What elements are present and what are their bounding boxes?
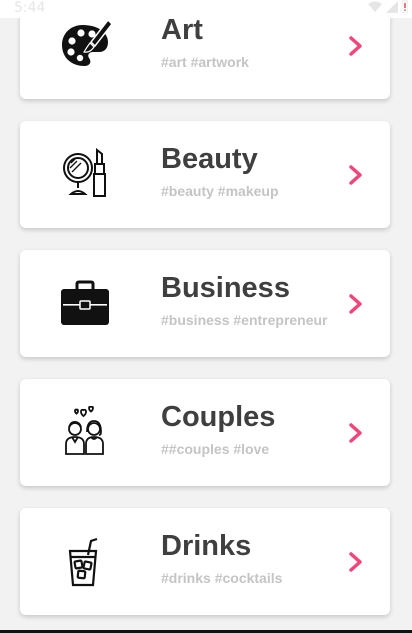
chevron-right-icon [348, 293, 364, 315]
category-card-drinks[interactable]: Drinks #drinks #cocktails [20, 508, 390, 615]
category-tags: #art #artwork [161, 54, 249, 70]
signal-icon [386, 0, 398, 18]
briefcase-icon [59, 277, 111, 329]
category-title: Drinks [161, 530, 252, 562]
status-time: 5:44 [14, 0, 46, 16]
chevron-right-icon [348, 35, 364, 57]
couple-icon [59, 405, 111, 458]
category-title: Beauty [161, 143, 258, 175]
battery-alert-icon [401, 0, 409, 18]
cocktail-icon [59, 535, 111, 587]
status-icons [368, 0, 409, 18]
mirror-lipstick-icon [59, 147, 111, 200]
status-bar: 5:44 [0, 0, 412, 18]
palette-icon [59, 18, 113, 71]
category-title: Couples [161, 401, 276, 433]
category-card-beauty[interactable]: Beauty #beauty #makeup [20, 121, 390, 228]
category-title: Art [161, 14, 203, 46]
category-tags: ##couples #love [161, 441, 270, 457]
category-tags: #business #entrepreneur [161, 312, 328, 328]
category-tags: #drinks #cocktails [161, 570, 283, 586]
category-title: Business [161, 272, 290, 304]
chevron-right-icon [348, 164, 364, 186]
category-card-couples[interactable]: Couples ##couples #love [20, 379, 390, 486]
category-tags: #beauty #makeup [161, 183, 279, 199]
category-card-business[interactable]: Business #business #entrepreneur [20, 250, 390, 357]
chevron-right-icon [348, 422, 364, 444]
chevron-right-icon [348, 551, 364, 573]
wifi-icon [368, 0, 382, 18]
